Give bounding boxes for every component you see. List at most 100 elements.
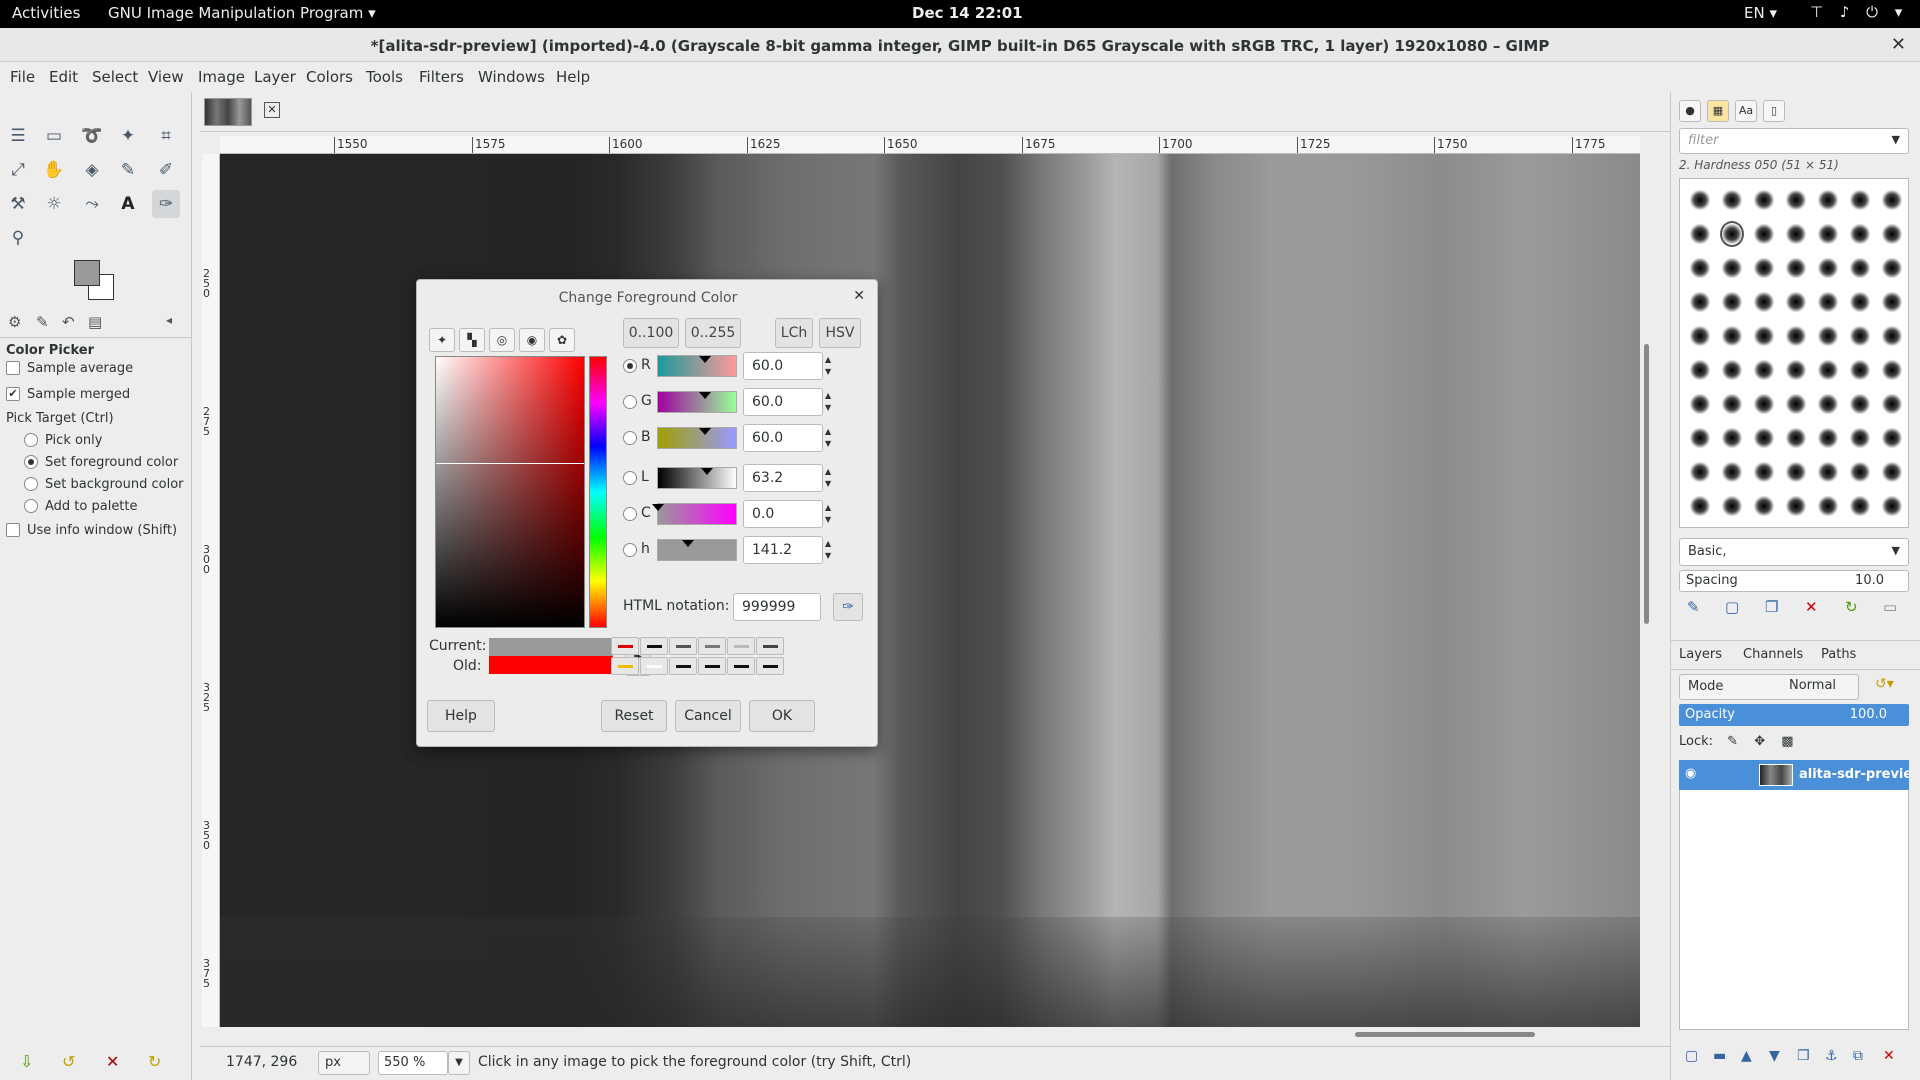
app-menu[interactable]: GNU Image Manipulation Program ▾ <box>108 4 376 22</box>
color-history-swatch[interactable] <box>640 637 668 655</box>
fuzzy-select-icon[interactable]: ✦ <box>114 122 142 150</box>
cancel-button[interactable]: Cancel <box>675 700 741 732</box>
warp-icon[interactable]: ✋ <box>40 156 68 184</box>
save-options-icon[interactable]: ⇩ <box>20 1052 33 1071</box>
brush-item[interactable] <box>1882 257 1902 279</box>
new-layer-icon[interactable]: ▢ <box>1685 1048 1698 1064</box>
lock-position-icon[interactable]: ✥ <box>1754 734 1765 749</box>
wheel-selector-icon[interactable]: ◉ <box>519 328 545 352</box>
sample-merged-checkbox[interactable]: ✔ <box>6 387 20 401</box>
brush-item[interactable] <box>1786 461 1806 483</box>
sample-average-option[interactable]: Sample average <box>6 358 133 378</box>
layers-list-area[interactable] <box>1679 790 1909 1030</box>
brush-item-selected[interactable] <box>1720 221 1744 247</box>
fg-bg-color-widget[interactable] <box>74 260 124 304</box>
layer-opacity-slider[interactable]: Opacity 100.0 <box>1679 704 1909 726</box>
brush-item[interactable] <box>1850 189 1870 211</box>
brush-item[interactable] <box>1850 393 1870 415</box>
brush-item[interactable] <box>1850 291 1870 313</box>
color-history-swatch[interactable] <box>669 657 697 675</box>
color-history-swatch[interactable] <box>698 657 726 675</box>
color-history-swatch[interactable] <box>669 637 697 655</box>
color-history-swatch[interactable] <box>756 657 784 675</box>
brush-item[interactable] <box>1818 427 1838 449</box>
use-info-window-option[interactable]: Use info window (Shift) <box>6 520 177 540</box>
rect-select-icon[interactable]: ▭ <box>40 122 68 150</box>
brush-item[interactable] <box>1882 189 1902 211</box>
tab-paths[interactable]: Paths <box>1821 647 1856 662</box>
layer-row[interactable]: ◉ alita-sdr-preview.png <box>1679 760 1909 790</box>
unit-select[interactable]: px <box>318 1051 370 1075</box>
brush-spacing-slider[interactable]: Spacing 10.0 <box>1679 570 1909 592</box>
channel-slider-l[interactable] <box>657 467 737 489</box>
color-picker-icon[interactable]: ✑ <box>152 190 180 218</box>
window-close-button[interactable]: ✕ <box>1891 34 1906 55</box>
brush-item[interactable] <box>1786 359 1806 381</box>
brush-item[interactable] <box>1882 325 1902 347</box>
images-tab-icon[interactable]: ▤ <box>88 313 102 331</box>
horizontal-scroll-thumb[interactable] <box>1355 1032 1535 1037</box>
tool-options-tab-icon[interactable]: ⚙ <box>8 313 21 331</box>
brush-item[interactable] <box>1722 257 1742 279</box>
pick-only-radio[interactable] <box>24 433 38 447</box>
color-history-swatch[interactable] <box>756 637 784 655</box>
tab-layers[interactable]: Layers <box>1679 647 1722 662</box>
lower-layer-icon[interactable]: ▼ <box>1769 1048 1780 1064</box>
brushes-tab-icon[interactable]: ● <box>1679 100 1701 122</box>
foreground-color-swatch[interactable] <box>74 260 100 286</box>
language-indicator[interactable]: EN ▾ <box>1744 4 1777 22</box>
add-to-palette-radio[interactable] <box>24 499 38 513</box>
brush-item[interactable] <box>1850 495 1870 517</box>
brush-item[interactable] <box>1722 291 1742 313</box>
brush-item[interactable] <box>1786 393 1806 415</box>
fill-icon[interactable]: ◈ <box>78 156 106 184</box>
reset-options-icon[interactable]: ↻ <box>148 1052 161 1071</box>
old-color-swatch[interactable] <box>489 656 613 674</box>
help-button[interactable]: Help <box>427 700 495 732</box>
dialog-close-icon[interactable]: ✕ <box>853 288 865 304</box>
brush-item[interactable] <box>1786 291 1806 313</box>
palette-selector-icon[interactable]: ✿ <box>549 328 575 352</box>
duplicate-layer-icon[interactable]: ❐ <box>1797 1048 1810 1064</box>
brush-item[interactable] <box>1818 359 1838 381</box>
set-foreground-radio[interactable] <box>24 455 38 469</box>
channel-slider-c[interactable] <box>652 503 737 525</box>
zoom-dropdown-icon[interactable]: ▼ <box>448 1051 470 1075</box>
menu-filters[interactable]: Filters <box>419 68 464 86</box>
spin-icon[interactable]: ▲ ▼ <box>825 390 831 414</box>
brush-item[interactable] <box>1818 223 1838 245</box>
color-history-swatch[interactable] <box>611 637 639 655</box>
brush-item[interactable] <box>1818 257 1838 279</box>
preset-dropdown-icon[interactable]: ▼ <box>1892 544 1900 557</box>
hsv-button[interactable]: HSV <box>819 318 861 348</box>
align-tool-icon[interactable]: ☰ <box>4 122 32 150</box>
brush-item[interactable] <box>1690 495 1710 517</box>
brush-item[interactable] <box>1722 359 1742 381</box>
menu-windows[interactable]: Windows <box>478 68 545 86</box>
channel-radio-l[interactable] <box>623 471 637 485</box>
brush-preset-select[interactable]: Basic, ▼ <box>1679 538 1909 566</box>
brush-item[interactable] <box>1690 427 1710 449</box>
brush-item[interactable] <box>1818 495 1838 517</box>
html-notation-field[interactable]: 999999 <box>733 593 821 621</box>
delete-layer-icon[interactable]: ✕ <box>1883 1048 1895 1064</box>
raise-layer-icon[interactable]: ▲ <box>1741 1048 1752 1064</box>
brush-item[interactable] <box>1754 461 1774 483</box>
sample-merged-option[interactable]: ✔ Sample merged <box>6 384 130 404</box>
vertical-scroll-thumb[interactable] <box>1644 344 1649 624</box>
menu-tools[interactable]: Tools <box>366 68 403 86</box>
brush-item[interactable] <box>1754 291 1774 313</box>
color-history-swatch[interactable] <box>727 637 755 655</box>
zoom-field[interactable]: 550 % <box>378 1051 448 1075</box>
brush-item[interactable] <box>1722 393 1742 415</box>
brush-item[interactable] <box>1882 495 1902 517</box>
delete-brush-icon[interactable]: ✕ <box>1805 598 1818 616</box>
restore-options-icon[interactable]: ↺ <box>62 1052 75 1071</box>
documents-tab-icon[interactable]: ▯ <box>1763 100 1785 122</box>
use-info-window-checkbox[interactable] <box>6 523 20 537</box>
brush-item[interactable] <box>1850 325 1870 347</box>
range-0-100-button[interactable]: 0..100 <box>623 318 679 348</box>
brush-item[interactable] <box>1786 427 1806 449</box>
brush-item[interactable] <box>1850 427 1870 449</box>
spin-icon[interactable]: ▲ ▼ <box>825 354 831 378</box>
